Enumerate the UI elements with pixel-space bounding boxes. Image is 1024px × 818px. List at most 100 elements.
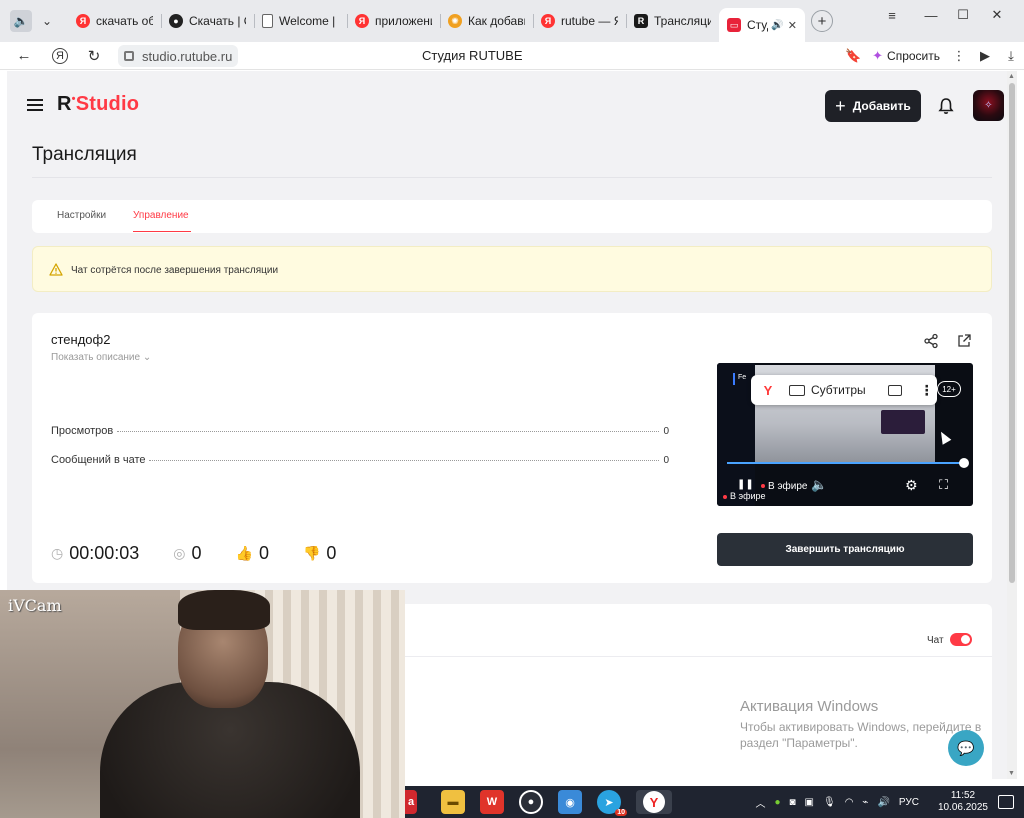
document-icon bbox=[262, 14, 273, 28]
fullscreen-icon[interactable]: ⛶ bbox=[939, 477, 948, 493]
page-scrollbar[interactable]: ▲ ▼ bbox=[1007, 71, 1017, 779]
subtitles-icon[interactable] bbox=[789, 384, 805, 396]
subtitles-button[interactable]: Субтитры bbox=[811, 383, 866, 397]
thumbs-up-icon: 👍 bbox=[235, 545, 253, 561]
obs-icon[interactable]: ● bbox=[519, 790, 543, 814]
warning-text: Чат сотрётся после завершения трансляции bbox=[71, 265, 279, 276]
chevron-up-icon[interactable]: ︿ bbox=[755, 795, 765, 810]
bookmark-icon[interactable]: 🔖 bbox=[840, 48, 866, 64]
active-tab-underline bbox=[133, 231, 191, 232]
tab-strip: Яскачать обс ●Скачать | O Welcome | C Яп… bbox=[68, 0, 805, 42]
yandex-home-icon[interactable]: Я bbox=[52, 47, 68, 64]
browser-tab-active[interactable]: ▭Студи🔊✕ bbox=[719, 8, 805, 42]
chat-toggle-label: Чат bbox=[927, 635, 944, 646]
telegram-icon[interactable]: ➤ 10 bbox=[597, 790, 627, 816]
finish-stream-button[interactable]: Завершить трансляцию bbox=[717, 533, 973, 566]
gear-icon[interactable]: ⚙ bbox=[905, 477, 918, 494]
browser-tab[interactable]: Яrutube — Ян bbox=[533, 6, 626, 36]
views-stat: Просмотров 0 bbox=[51, 425, 669, 437]
webcam-tray-icon[interactable]: ◙ bbox=[789, 797, 795, 808]
remote-app-icon[interactable]: ◉ bbox=[558, 790, 582, 814]
mouse-cursor-icon bbox=[936, 429, 952, 445]
chat-bubbles-icon: 💬 bbox=[957, 739, 975, 756]
clock[interactable]: 11:52 10.06.2025 bbox=[938, 790, 988, 814]
webcam-overlay: iVCam bbox=[0, 590, 405, 818]
maximize-icon[interactable]: ☐ bbox=[946, 0, 980, 30]
language-indicator[interactable]: РУС bbox=[899, 797, 919, 808]
browser-tab[interactable]: ●Скачать | O bbox=[161, 6, 254, 36]
browser-tab[interactable]: Welcome | C bbox=[254, 6, 347, 36]
media-icon[interactable]: ▶ bbox=[972, 48, 998, 64]
system-tray: ︿ ● ◙ ▣ 🎙 ◠ ⌁ 🔊 РУС 11:52 10.06.2025 bbox=[755, 786, 1024, 818]
speaker-icon[interactable]: 🔊 bbox=[877, 797, 889, 808]
chat-toggle[interactable] bbox=[950, 633, 972, 646]
progress-knob[interactable] bbox=[959, 458, 969, 468]
yandex-browser-icon[interactable]: Y bbox=[636, 790, 672, 814]
close-window-icon[interactable]: ✕ bbox=[980, 0, 1014, 30]
browser-tab[interactable]: Яскачать обс bbox=[68, 6, 161, 36]
microphone-icon[interactable]: 🎙 bbox=[823, 797, 836, 808]
download-icon[interactable]: ⤓ bbox=[998, 48, 1024, 64]
help-chat-button[interactable]: 💬 bbox=[948, 730, 984, 766]
page-title-bar: Студия RUTUBE bbox=[422, 48, 523, 63]
reload-icon[interactable]: ↻ bbox=[82, 44, 106, 68]
wifi-icon[interactable]: ◠ bbox=[845, 797, 854, 808]
rstudio-logo[interactable]: R•Studio bbox=[57, 93, 139, 116]
browser-tab[interactable]: Яприложени bbox=[347, 6, 440, 36]
monitor-tray-icon[interactable]: ▣ bbox=[805, 797, 814, 808]
green-status-icon[interactable]: ● bbox=[774, 797, 780, 808]
divider bbox=[32, 177, 992, 178]
chat-warning-banner: Чат сотрётся после завершения трансляции bbox=[32, 246, 992, 292]
progress-bar[interactable] bbox=[727, 462, 963, 464]
tab-list-chevron-icon[interactable]: ⌄ bbox=[36, 10, 58, 32]
age-rating-badge: 12+ bbox=[937, 381, 961, 397]
chevron-down-icon: ⌄ bbox=[142, 352, 152, 363]
browser-menu-icon[interactable]: ≡ bbox=[875, 0, 909, 30]
tab-settings[interactable]: Настройки bbox=[57, 210, 106, 221]
pause-icon[interactable]: ❚❚ bbox=[737, 479, 754, 490]
page-title: Трансляция bbox=[32, 144, 137, 165]
address-bar-actions: 🔖 ✦ Спросить ⋮ ▶ ⤓ bbox=[840, 42, 1024, 70]
new-tab-button[interactable]: + bbox=[811, 10, 833, 32]
warning-icon bbox=[49, 263, 63, 276]
avatar[interactable]: ✧ bbox=[973, 90, 1004, 121]
clock-icon: ◷ bbox=[51, 545, 64, 561]
burger-menu-icon[interactable] bbox=[27, 99, 43, 111]
stream-player[interactable]: Fe Y Субтитры ⋮ 12+ ❚❚ В эфире В эфире 🔈… bbox=[717, 363, 973, 506]
audio-tab-icon[interactable]: 🔈 bbox=[10, 10, 32, 32]
speaker-icon[interactable]: 🔊 bbox=[771, 20, 783, 31]
notifications-icon[interactable] bbox=[998, 795, 1014, 809]
live-stats: ◷ 00:00:03 ◎ 0 👍 0 👎 0 bbox=[51, 543, 370, 564]
viewers-stat: ◎ 0 bbox=[173, 543, 202, 563]
pdf-app-icon[interactable]: a bbox=[405, 790, 417, 814]
section-tabs: Настройки Управление bbox=[32, 200, 992, 233]
share-icon[interactable] bbox=[923, 333, 939, 349]
close-tab-icon[interactable]: ✕ bbox=[788, 19, 797, 32]
sun-icon: ✺ bbox=[448, 14, 462, 28]
network-icon[interactable]: ⌁ bbox=[862, 797, 868, 808]
wps-office-icon[interactable]: W bbox=[480, 790, 504, 814]
dislikes-stat: 👎 0 bbox=[302, 543, 337, 563]
file-explorer-icon[interactable]: ▬ bbox=[441, 790, 465, 814]
ask-button[interactable]: ✦ Спросить bbox=[872, 48, 940, 64]
browser-tab[interactable]: R Трансляци bbox=[626, 6, 719, 36]
tab-management[interactable]: Управление bbox=[133, 210, 189, 221]
show-description-link[interactable]: Показать описание ⌄ bbox=[51, 352, 151, 363]
yandex-icon[interactable]: Y bbox=[759, 383, 777, 398]
bell-icon[interactable] bbox=[937, 97, 955, 115]
url-field[interactable]: studio.rutube.ru bbox=[118, 45, 239, 67]
kebab-menu-icon[interactable]: ⋮ bbox=[920, 382, 934, 399]
plus-icon: + bbox=[835, 95, 846, 116]
minimize-icon[interactable]: — bbox=[914, 0, 948, 30]
browser-tab[interactable]: ✺ Как добави bbox=[440, 6, 533, 36]
back-arrow-icon[interactable]: ← bbox=[12, 44, 36, 68]
volume-icon[interactable]: 🔈 bbox=[811, 477, 827, 493]
user-icon: ◎ bbox=[173, 545, 186, 561]
chat-messages-stat: Сообщений в чате 0 bbox=[51, 454, 669, 466]
external-link-icon[interactable] bbox=[956, 333, 972, 349]
yandex-icon: Я bbox=[541, 14, 555, 28]
picture-in-picture-icon[interactable] bbox=[887, 384, 902, 396]
add-button[interactable]: + Добавить bbox=[825, 90, 921, 122]
kebab-menu-icon[interactable]: ⋮ bbox=[946, 48, 972, 64]
sparkle-icon: ✦ bbox=[872, 48, 884, 63]
